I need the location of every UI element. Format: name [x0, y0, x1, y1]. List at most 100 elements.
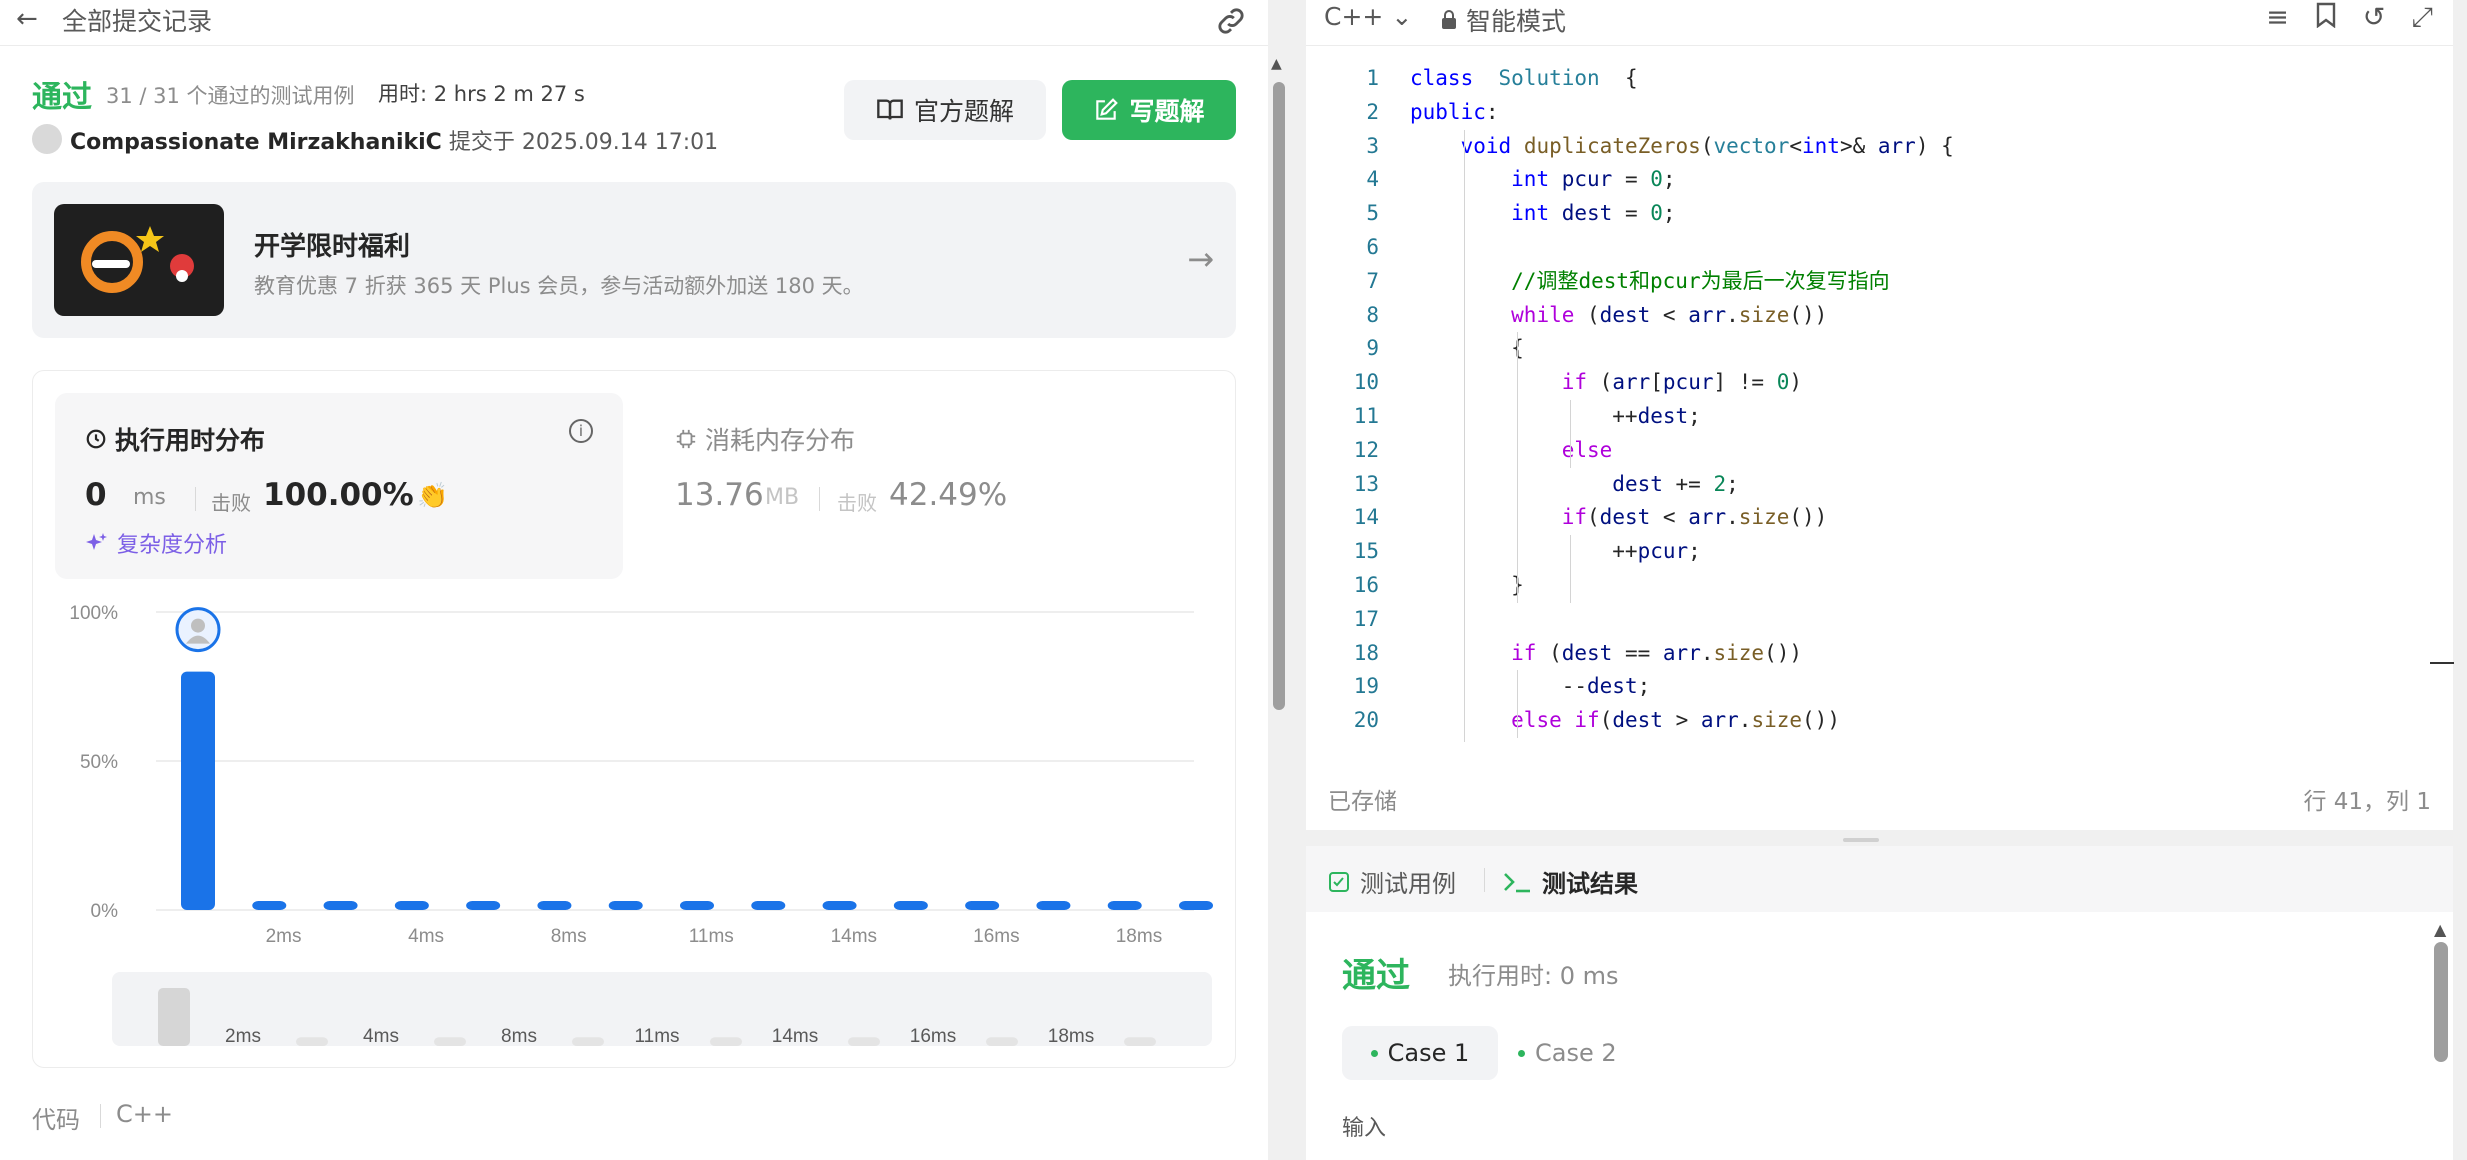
fullscreen-icon[interactable]: ⤢: [2411, 2, 2433, 35]
minimap-tick-label: 16ms: [910, 1026, 956, 1047]
user-marker-head: [191, 618, 205, 633]
code-line[interactable]: 13 dest += 2;: [1306, 468, 2453, 502]
result-tabs: 测试用例 测试结果: [1306, 846, 2453, 912]
case-tab-1[interactable]: Case 1: [1342, 1026, 1498, 1080]
tab-results[interactable]: 测试结果: [1502, 864, 1638, 899]
checkbox-icon: [1328, 871, 1350, 893]
divider: [100, 1104, 101, 1128]
chart-bar: [181, 671, 215, 910]
code-token: (: [1599, 708, 1613, 733]
code-area[interactable]: 1 class Solution {2 public: 3 void duplicat…: [1306, 62, 2453, 742]
code-line[interactable]: 1 class Solution {: [1306, 62, 2453, 96]
code-token: ] !=: [1713, 370, 1777, 395]
code-line[interactable]: 8 while (dest < arr.size()): [1306, 299, 2453, 333]
book-icon: [876, 96, 904, 124]
line-number: 18: [1353, 640, 1379, 665]
official-solution-label: 官方题解: [913, 97, 1014, 126]
code-token: int: [1802, 133, 1840, 158]
code-token: else: [1511, 708, 1562, 733]
code-line[interactable]: 20 else if(dest > arr.size()): [1306, 704, 2453, 738]
code-line[interactable]: 16 }: [1306, 569, 2453, 603]
code-line[interactable]: 19 --dest;: [1306, 670, 2453, 704]
code-line[interactable]: 3 void duplicateZeros(vector<int>& arr) …: [1306, 130, 2453, 164]
x-tick-label: 16ms: [973, 926, 1019, 947]
code-token: size: [1751, 708, 1803, 733]
x-tick-label: 2ms: [266, 926, 302, 947]
code-text: void duplicateZeros(vector<int>& arr) {: [1410, 130, 1954, 164]
code-token: .: [1726, 302, 1739, 327]
code-line[interactable]: 18 if (dest == arr.size()): [1306, 637, 2453, 671]
reset-icon[interactable]: ↺: [2363, 2, 2386, 35]
line-number: 19: [1353, 674, 1379, 699]
code-line[interactable]: 11 ++dest;: [1306, 400, 2453, 434]
code-token: (: [1574, 302, 1600, 327]
arrow-right-icon[interactable]: →: [1187, 240, 1214, 278]
username[interactable]: Compassionate MirzakhanikiC: [70, 130, 442, 155]
code-token: ;: [1688, 539, 1701, 564]
chart-bar: [1107, 901, 1142, 910]
code-token: =: [1612, 201, 1651, 226]
chart-bar: [965, 901, 1000, 910]
left-scrollbar-thumb[interactable]: [1273, 82, 1285, 710]
write-solution-button[interactable]: 写题解: [1062, 80, 1236, 140]
smart-mode-toggle[interactable]: 智能模式: [1440, 2, 1566, 38]
code-line[interactable]: 6: [1306, 231, 2453, 265]
runtime-panel[interactable]: 执行用时分布 i 0 ms 击败 100.00% 👏 复杂度分析: [55, 393, 623, 579]
minimap-bar: [158, 988, 190, 1046]
link-icon[interactable]: [1214, 4, 1248, 38]
info-icon[interactable]: i: [569, 419, 593, 443]
code-line[interactable]: 10 if (arr[pcur] != 0): [1306, 366, 2453, 400]
minimap-bar: [572, 1037, 604, 1046]
code-token: ++: [1410, 403, 1638, 428]
tab-testcases[interactable]: 测试用例: [1328, 864, 1456, 899]
submitter-info: Compassionate MirzakhanikiC 提交于 2025.09.…: [70, 124, 718, 156]
indent-guide: [1570, 400, 1571, 468]
line-number: 1: [1366, 66, 1379, 90]
editor-scroll-marker: [2430, 662, 2454, 664]
code-line[interactable]: 2 public:: [1306, 96, 2453, 130]
code-line[interactable]: 9 {: [1306, 332, 2453, 366]
official-solution-button[interactable]: 官方题解: [844, 80, 1046, 140]
scroll-up-icon[interactable]: ▲: [1271, 56, 1282, 72]
code-line[interactable]: 14 if(dest < arr.size()): [1306, 501, 2453, 535]
code-line[interactable]: 17: [1306, 603, 2453, 637]
code-line[interactable]: 4 int pcur = 0;: [1306, 163, 2453, 197]
code-token: 2: [1713, 471, 1727, 496]
code-line[interactable]: 15 ++pcur;: [1306, 535, 2453, 569]
code-token: vector: [1713, 133, 1790, 158]
pass-dot-icon: [1518, 1049, 1525, 1057]
code-label: 代码: [32, 1106, 80, 1134]
complexity-analysis-link[interactable]: 复杂度分析: [85, 527, 227, 559]
back-arrow-icon[interactable]: ←: [16, 4, 38, 34]
code-line[interactable]: 12 else: [1306, 434, 2453, 468]
code-token: arr: [1700, 708, 1739, 733]
result-scrollbar-thumb[interactable]: [2434, 942, 2448, 1062]
code-token: dest: [1612, 708, 1663, 733]
panel-resize-handle[interactable]: [1843, 838, 1879, 842]
scroll-up-icon[interactable]: ▲: [2434, 920, 2446, 939]
code-line[interactable]: 21 {: [1306, 738, 2453, 743]
bookmark-icon[interactable]: [2315, 2, 2337, 35]
code-text: //调整dest和pcur为最后一次复写指向: [1410, 265, 1889, 299]
format-icon[interactable]: ≡: [2266, 2, 2289, 35]
memory-heading[interactable]: 消耗内存分布: [675, 421, 855, 457]
code-line[interactable]: 5 int dest = 0;: [1306, 197, 2453, 231]
chart-bar: [394, 901, 429, 910]
code-text: while (dest < arr.size()): [1410, 299, 1827, 333]
runtime-unit: ms: [133, 485, 166, 510]
code-line[interactable]: 7 //调整dest和pcur为最后一次复写指向: [1306, 265, 2453, 299]
code-text: int dest = 0;: [1410, 197, 1675, 231]
code-token: }: [1410, 572, 1524, 597]
case-tab-2[interactable]: Case 2: [1518, 1026, 1628, 1080]
all-submissions-link[interactable]: 全部提交记录: [62, 2, 212, 38]
language-label: C++: [1324, 2, 1384, 31]
line-number: 13: [1353, 471, 1379, 496]
code-language: C++: [116, 1100, 173, 1128]
avatar[interactable]: [32, 124, 62, 154]
promo-banner[interactable]: 开学限时福利 教育优惠 7 折获 365 天 Plus 会员，参与活动额外加送 …: [32, 182, 1236, 338]
minimap-bar: [1124, 1037, 1156, 1046]
language-select[interactable]: C++ ⌄: [1324, 2, 1412, 31]
